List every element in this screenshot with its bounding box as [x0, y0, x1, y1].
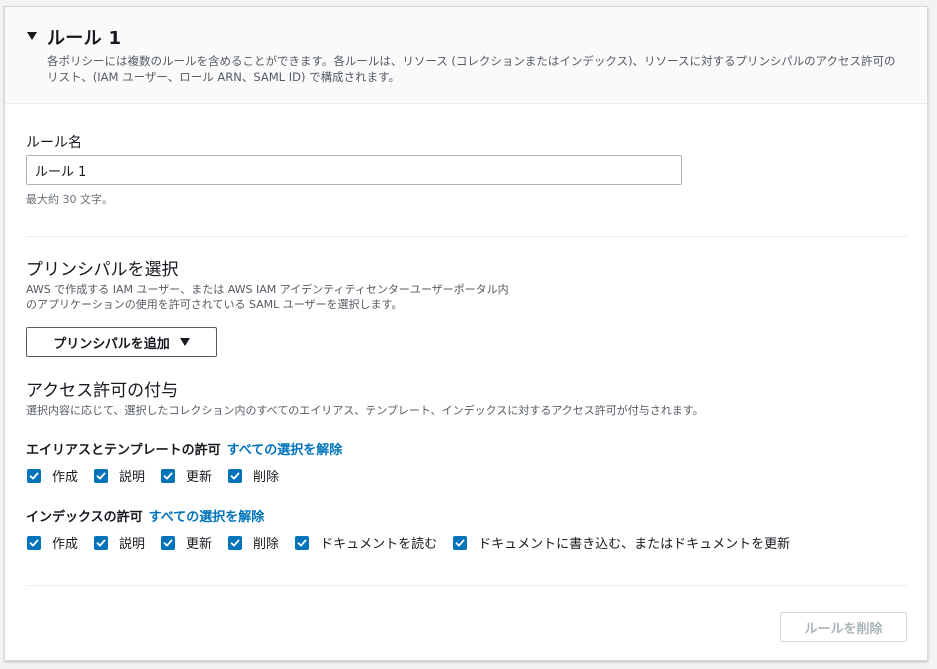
alias-permissions-checkboxes: 作成 説明 更新 削除: [27, 466, 295, 485]
index-permissions-title: インデックスの許可: [26, 510, 143, 525]
checkbox-checked-icon[interactable]: [453, 535, 468, 550]
checkbox-label: 説明: [119, 470, 146, 485]
index-checkbox-item[interactable]: 作成: [27, 533, 78, 552]
section-divider: [26, 236, 907, 237]
checkbox-label: ドキュメントを読む: [320, 537, 438, 552]
checkbox-checked-icon[interactable]: [94, 535, 109, 550]
rule-name-input[interactable]: [26, 155, 682, 185]
checkbox-checked-icon[interactable]: [295, 535, 310, 550]
alias-checkbox-item[interactable]: 作成: [27, 466, 78, 485]
access-title: アクセス許可の付与: [26, 381, 179, 401]
alias-deselect-all-link[interactable]: すべての選択を解除: [227, 439, 343, 458]
add-principal-button[interactable]: プリンシパルを追加: [26, 327, 217, 357]
index-permissions-heading: インデックスの許可 すべての選択を解除: [26, 506, 264, 525]
alias-checkbox-item[interactable]: 削除: [228, 466, 279, 485]
checkbox-checked-icon[interactable]: [27, 468, 41, 483]
checkbox-label: 削除: [253, 537, 280, 552]
checkbox-checked-icon[interactable]: [94, 468, 109, 483]
index-checkbox-item[interactable]: 削除: [228, 533, 279, 552]
rule-name-label: ルール名: [26, 135, 82, 151]
delete-rule-button[interactable]: ルールを削除: [780, 612, 907, 642]
checkbox-checked-icon[interactable]: [228, 468, 243, 483]
checkbox-checked-icon[interactable]: [161, 535, 176, 550]
checkbox-label: 作成: [52, 470, 79, 485]
alias-checkbox-item[interactable]: 説明: [94, 466, 145, 485]
add-principal-label: プリンシパルを追加: [53, 336, 170, 352]
footer-divider: [26, 585, 907, 586]
rule-name-hint: 最大約 30 文字。: [26, 193, 113, 206]
checkbox-label: 更新: [186, 537, 213, 552]
rule-panel: ルール 1 各ポリシーには複数のルールを含めることができます。各ルールは、リソー…: [4, 6, 928, 661]
collapse-caret-icon[interactable]: [27, 32, 37, 40]
alias-permissions-title: エイリアスとテンプレートの許可: [26, 443, 221, 458]
access-description: 選択内容に応じて、選択したコレクション内のすべてのエイリアス、テンプレート、イン…: [26, 404, 704, 417]
index-checkbox-item[interactable]: 更新: [161, 533, 212, 552]
checkbox-checked-icon[interactable]: [27, 535, 41, 550]
index-checkbox-item[interactable]: ドキュメントを読む: [295, 533, 437, 552]
index-permissions-checkboxes: 作成 説明 更新 削除 ドキュメントを読む ドキュメントに書き込む、またはドキュメントを更…: [27, 533, 806, 552]
principal-description: AWS で作成する IAM ユーザー、または AWS IAM アイデンティティセ…: [26, 282, 509, 312]
rule-description: 各ポリシーには複数のルールを含めることができます。各ルールは、リソース (コレク…: [47, 54, 896, 84]
principal-description-line1: AWS で作成する IAM ユーザー、または AWS IAM アイデンティティセ…: [26, 283, 509, 296]
index-checkbox-item[interactable]: 説明: [94, 533, 145, 552]
checkbox-label: 作成: [52, 537, 79, 552]
rule-panel-header: ルール 1 各ポリシーには複数のルールを含めることができます。各ルールは、リソー…: [5, 7, 927, 104]
checkbox-checked-icon[interactable]: [161, 468, 176, 483]
alias-checkbox-item[interactable]: 更新: [161, 466, 212, 485]
principal-description-line2: のアプリケーションの使用を許可されている SAML ユーザーを選択します。: [26, 298, 403, 311]
checkbox-label: ドキュメントに書き込む、またはドキュメントを更新: [478, 537, 791, 552]
alias-permissions-heading: エイリアスとテンプレートの許可 すべての選択を解除: [26, 439, 342, 458]
index-checkbox-item[interactable]: ドキュメントに書き込む、またはドキュメントを更新: [453, 533, 790, 552]
caret-down-icon: [179, 338, 190, 346]
rule-title[interactable]: ルール 1: [47, 24, 121, 50]
checkbox-label: 説明: [119, 537, 146, 552]
index-deselect-all-link[interactable]: すべての選択を解除: [149, 506, 265, 525]
principal-title: プリンシパルを選択: [26, 260, 179, 280]
checkbox-label: 更新: [186, 470, 213, 485]
checkbox-label: 削除: [253, 470, 280, 485]
checkbox-checked-icon[interactable]: [228, 535, 243, 550]
